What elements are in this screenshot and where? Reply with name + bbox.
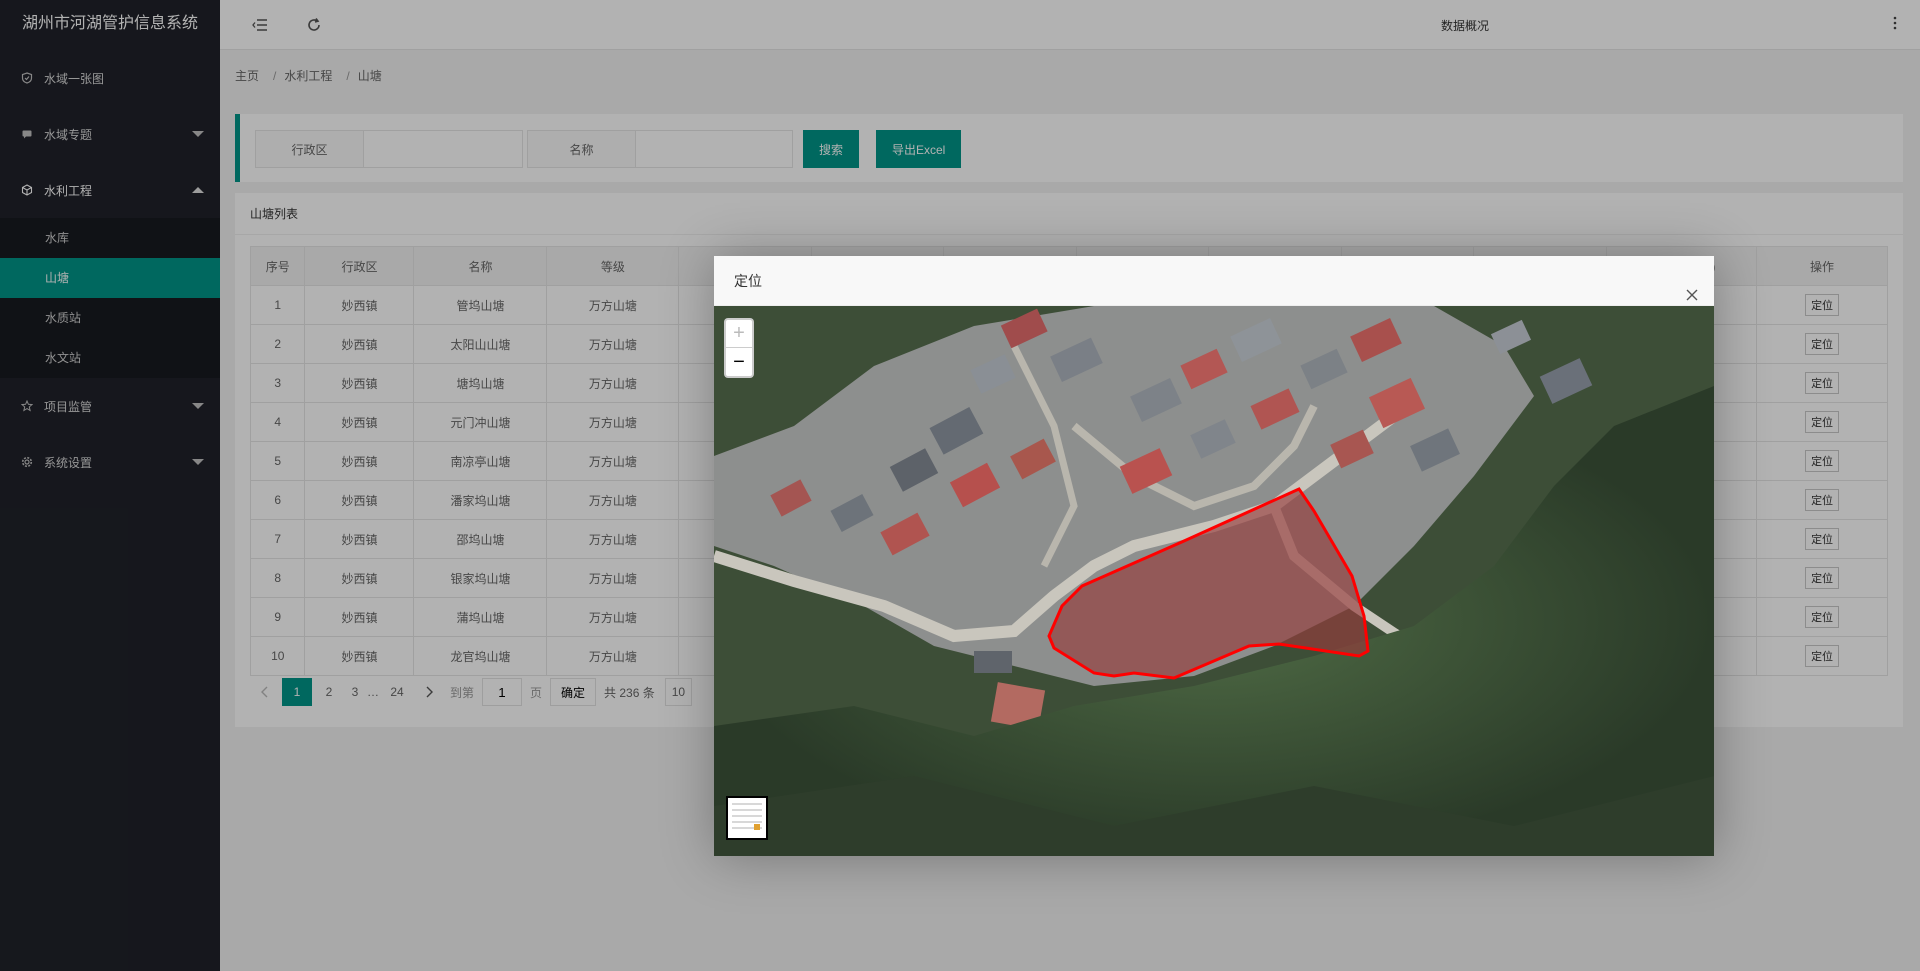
dialog-header: 定位 xyxy=(714,256,1714,306)
locate-dialog: 定位 + − xyxy=(714,256,1714,856)
satellite-map[interactable]: + − xyxy=(714,306,1714,856)
zoom-in-button[interactable]: + xyxy=(726,320,752,348)
zoom-out-button[interactable]: − xyxy=(726,348,752,376)
map-imagery xyxy=(714,306,1714,856)
map-legend-thumbnail[interactable] xyxy=(726,796,768,840)
dialog-title: 定位 xyxy=(734,273,762,289)
close-icon[interactable] xyxy=(1684,273,1700,301)
map-zoom-control: + − xyxy=(724,318,754,378)
